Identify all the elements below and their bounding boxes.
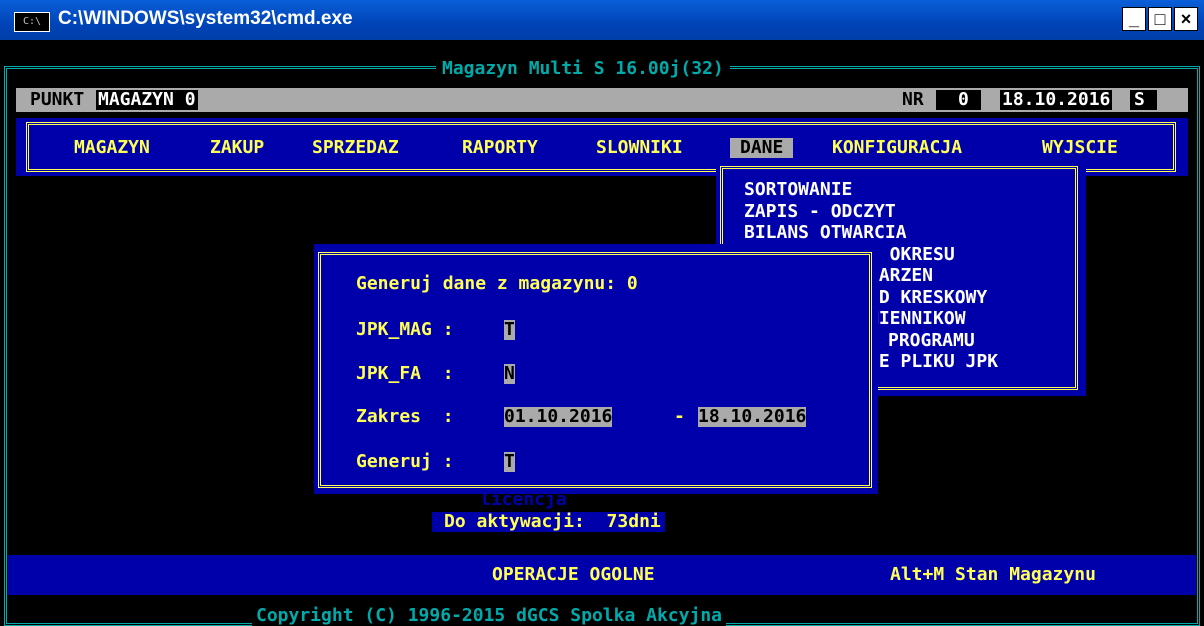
- shortcut-hint: Alt+M Stan Magazynu: [890, 564, 1096, 585]
- nr-label: NR: [902, 89, 924, 110]
- menu-item-dane[interactable]: DANE: [730, 138, 794, 158]
- menu-item-sprzedaz[interactable]: SPRZEDAZ: [312, 138, 399, 158]
- punkt-label: PUNKT: [30, 89, 85, 110]
- activation-info: Do aktywacji: 73dni: [432, 512, 665, 532]
- jpk-mag-field[interactable]: T: [504, 320, 515, 340]
- dropdown-item-zamiennikow[interactable]: MIENNIKOW: [868, 309, 966, 329]
- dropdown-item-pliku-jpk[interactable]: IE PLIKU JPK: [868, 352, 998, 372]
- jpk-mag-label: JPK_MAG :: [356, 319, 454, 340]
- menu-item-zakup[interactable]: ZAKUP: [210, 138, 264, 158]
- nr-value: 0: [936, 90, 981, 110]
- menu-item-magazyn[interactable]: MAGAZYN: [74, 138, 150, 158]
- maximize-button[interactable]: □: [1148, 7, 1172, 31]
- generuj-field[interactable]: T: [504, 452, 515, 472]
- dropdown-item-zapis-odczyt[interactable]: ZAPIS - ODCZYT: [744, 202, 896, 222]
- dropdown-item-kod-kreskowy[interactable]: OD KRESKOWY: [868, 288, 987, 308]
- date-separator: -: [674, 406, 685, 427]
- copyright: Copyright (C) 1996-2015 dGCS Spolka Akcy…: [252, 606, 726, 626]
- dropdown-item-programu[interactable]: PROGRAMU: [888, 331, 975, 351]
- status-bar: PUNKT MAGAZYN 0 NR 0 18.10.2016 S: [16, 88, 1188, 112]
- dropdown-item-sortowanie[interactable]: SORTOWANIE: [744, 180, 852, 200]
- jpk-fa-label: JPK_FA :: [356, 363, 454, 384]
- zakres-label: Zakres :: [356, 406, 454, 427]
- operation-label: OPERACJE OGOLNE: [492, 564, 655, 585]
- window-titlebar[interactable]: C:\ C:\WINDOWS\system32\cmd.exe _ □ ×: [0, 0, 1204, 40]
- dropdown-item-bilans-otwarcia[interactable]: BILANS OTWARCIA: [744, 223, 907, 243]
- window-title: C:\WINDOWS\system32\cmd.exe: [58, 8, 353, 29]
- dialog-heading: Generuj dane z magazynu: 0: [356, 273, 638, 294]
- status-flag: S: [1130, 90, 1157, 110]
- generate-dialog: Generuj dane z magazynu: 0 JPK_MAG : T J…: [314, 244, 878, 494]
- generuj-label: Generuj :: [356, 451, 454, 472]
- status-date: 18.10.2016: [1000, 89, 1113, 110]
- cmd-icon: C:\: [14, 12, 50, 32]
- menu-item-slowniki[interactable]: SLOWNIKI: [596, 138, 683, 158]
- minimize-button[interactable]: _: [1122, 7, 1146, 31]
- menu-item-konfiguracja[interactable]: KONFIGURACJA: [832, 138, 962, 158]
- date-from-field[interactable]: 01.10.2016: [504, 407, 613, 427]
- dropdown-item-okresu[interactable]: E OKRESU: [868, 245, 955, 265]
- close-button[interactable]: ×: [1174, 7, 1198, 31]
- punkt-value: MAGAZYN 0: [96, 89, 198, 110]
- console-area: Magazyn Multi S 16.00j(32) PUNKT MAGAZYN…: [0, 40, 1204, 626]
- menu-item-raporty[interactable]: RAPORTY: [462, 138, 538, 158]
- license-label: licencja: [480, 489, 567, 510]
- menu-item-wyjscie[interactable]: WYJSCIE: [1042, 138, 1118, 158]
- bottom-bar: OPERACJE OGOLNE Alt+M Stan Magazynu: [8, 555, 1196, 595]
- jpk-fa-field[interactable]: N: [504, 364, 515, 384]
- date-to-field[interactable]: 18.10.2016: [698, 407, 807, 427]
- app-title: Magazyn Multi S 16.00j(32): [436, 59, 730, 79]
